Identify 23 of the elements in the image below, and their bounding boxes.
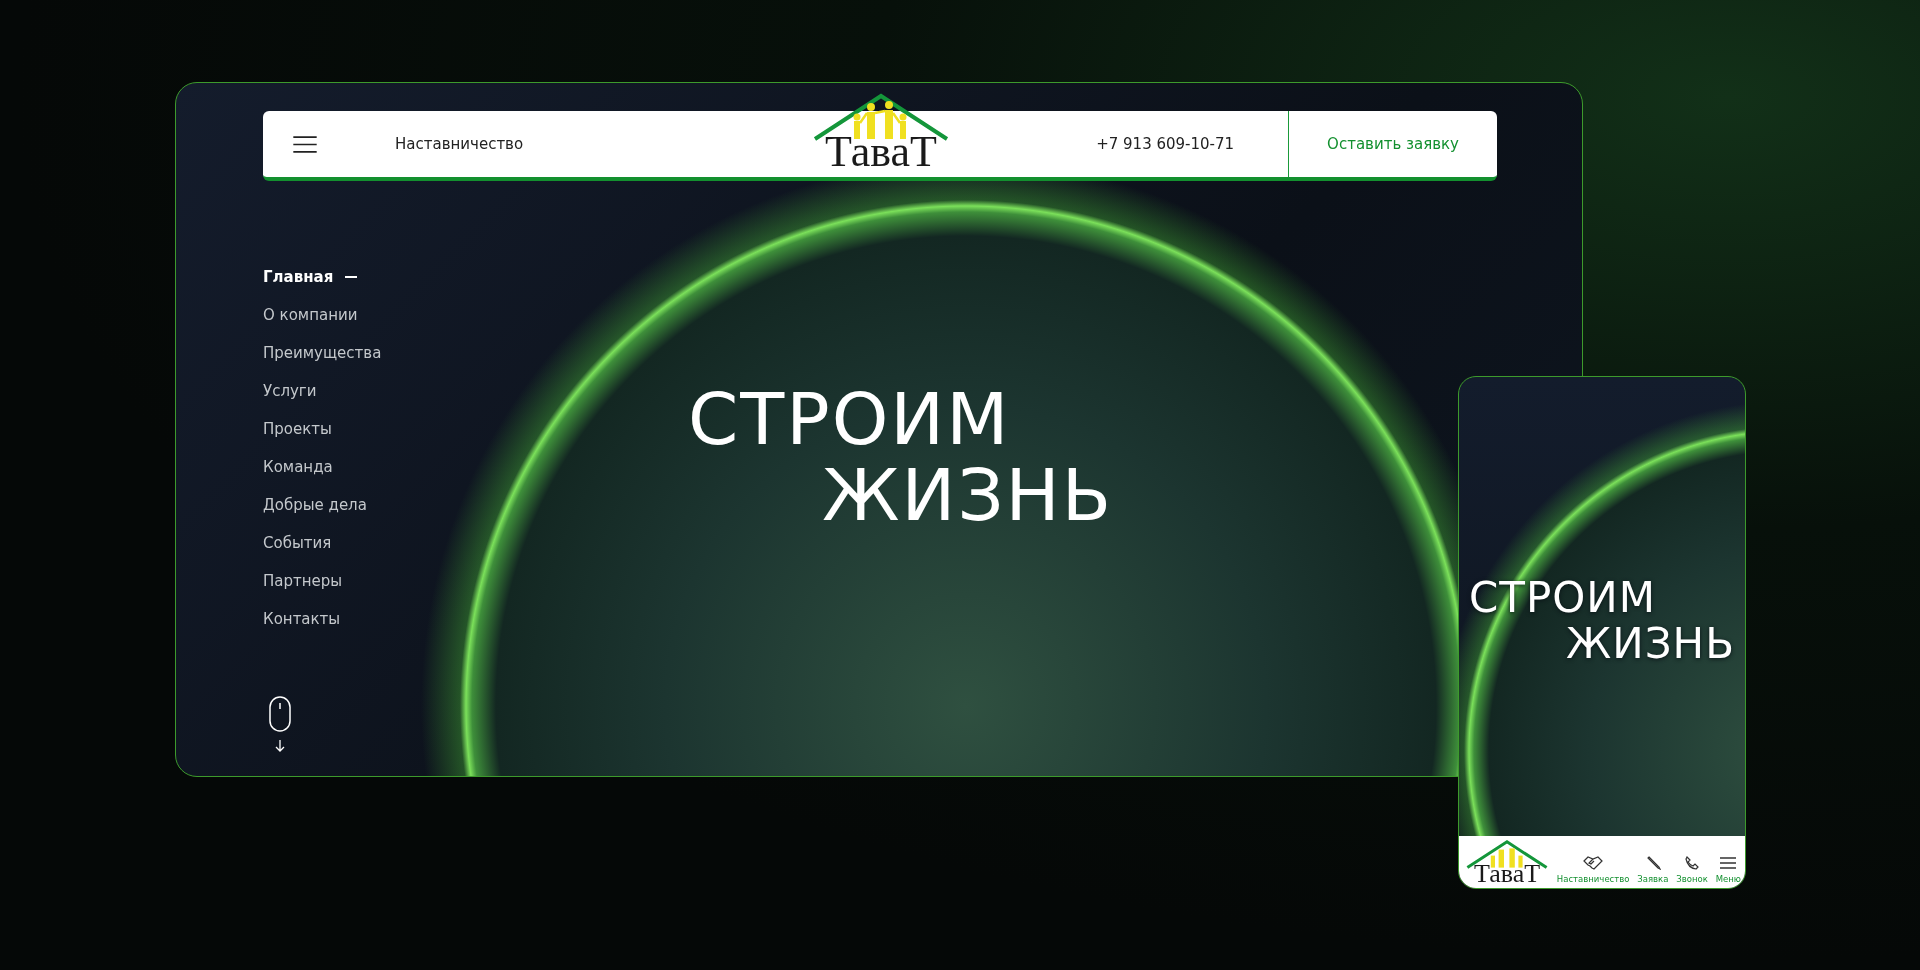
menu-item[interactable]: Команда [263, 448, 513, 486]
hero-heading: СТРОИМ ЖИЗНЬ [688, 381, 1114, 533]
menu-item[interactable]: Услуги [263, 372, 513, 410]
phone-number[interactable]: +7 913 609-10-71 [1096, 135, 1235, 153]
bottom-nav-tab[interactable]: Заявка [1637, 856, 1669, 884]
menu-item[interactable]: Проекты [263, 410, 513, 448]
menu-item[interactable]: О компании [263, 296, 513, 334]
bottom-nav-tab[interactable]: Меню [1715, 856, 1741, 884]
menu-icon [1718, 856, 1739, 870]
logo[interactable]: ТаваТ [811, 93, 951, 177]
bottom-nav-tab[interactable]: Звонок [1676, 856, 1708, 884]
menu-item[interactable]: Контакты [263, 600, 513, 638]
menu-item[interactable]: События [263, 524, 513, 562]
menu-item[interactable]: Преимущества [263, 334, 513, 372]
bottom-nav-tab[interactable]: Наставничество [1556, 856, 1630, 884]
request-button[interactable]: Оставить заявку [1288, 111, 1497, 177]
nav-link[interactable]: Наставничество [395, 135, 524, 153]
menu-item[interactable]: Партнеры [263, 562, 513, 600]
menu-item[interactable]: Главная [263, 258, 513, 296]
menu-item[interactable]: Добрые дела [263, 486, 513, 524]
logo[interactable]: ТаваТ [1465, 840, 1549, 884]
menu-icon[interactable] [293, 135, 317, 153]
scroll-mouse-icon [268, 696, 292, 752]
